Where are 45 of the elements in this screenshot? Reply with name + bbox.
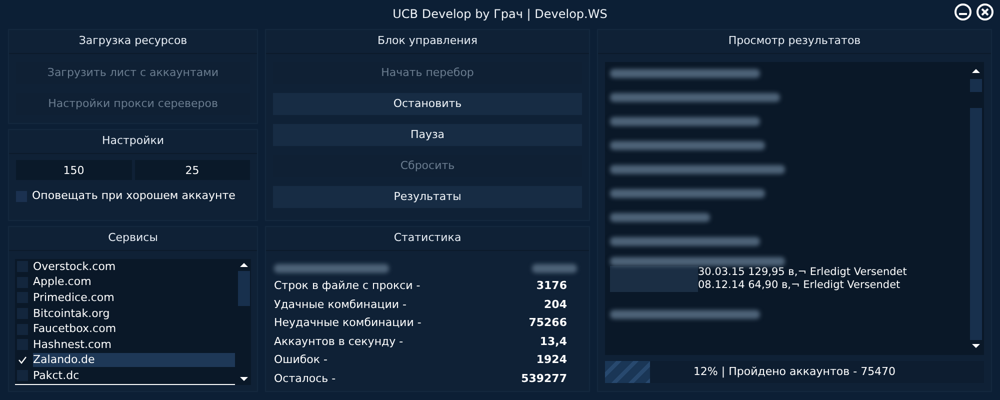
panel-title: Загрузка ресурсов bbox=[78, 33, 188, 50]
service-item[interactable]: Apple.com bbox=[33, 275, 235, 290]
panel-title: Просмотр результатов bbox=[728, 33, 861, 50]
service-item[interactable]: Primedice.com bbox=[33, 290, 235, 305]
stat-value: 13,4 bbox=[540, 334, 567, 350]
close-icon[interactable] bbox=[976, 3, 994, 21]
stat-label: Неудачные комбинации - bbox=[274, 315, 422, 332]
service-item[interactable]: Pakct.dc bbox=[33, 368, 235, 383]
action-button[interactable]: Пауза bbox=[273, 124, 582, 146]
service-item[interactable]: Faucetbox.com bbox=[33, 322, 235, 336]
panel-title: Сервисы bbox=[108, 230, 158, 246]
action-button[interactable]: Результаты bbox=[273, 186, 582, 208]
number-field[interactable]: 25 bbox=[134, 160, 250, 180]
service-item[interactable]: Hashnest.com bbox=[33, 338, 235, 352]
stat-label: Удачные комбинации - bbox=[274, 296, 406, 313]
scroll-thumb[interactable] bbox=[238, 271, 250, 306]
stat-label: Строк в файле с прокси - bbox=[274, 278, 420, 294]
stat-value: 539277 bbox=[521, 371, 567, 388]
progress-label: 12% | Пройдено аккаунтов - 75470 bbox=[693, 364, 896, 380]
window-title: UCB Develop by Грач | Develop.WS bbox=[392, 6, 608, 23]
checkbox[interactable] bbox=[16, 190, 27, 202]
checkbox-label: Оповещать при хорошем аккаунте bbox=[32, 188, 236, 204]
check-icon bbox=[18, 356, 27, 364]
blurred-text bbox=[532, 264, 577, 272]
panel-title: Статистика bbox=[394, 230, 462, 246]
scroll-track bbox=[970, 79, 982, 92]
stat-value: 75266 bbox=[528, 315, 567, 332]
stat-value: 1924 bbox=[536, 352, 567, 368]
stat-label: Осталось - bbox=[274, 371, 336, 388]
scroll-thumb[interactable] bbox=[970, 108, 982, 340]
panel-title: Блок управления bbox=[377, 33, 478, 50]
result-line: 08.12.14 64,90 в,¬ Erledigt Versendet bbox=[698, 278, 900, 293]
stat-value: 3176 bbox=[536, 278, 567, 294]
service-item[interactable]: Zalando.de bbox=[33, 353, 235, 368]
stat-value: 204 bbox=[544, 296, 567, 313]
number-field[interactable]: 150 bbox=[16, 160, 132, 180]
action-button[interactable]: Остановить bbox=[273, 93, 582, 115]
stat-label: Ошибок - bbox=[274, 352, 328, 368]
checkbox[interactable] bbox=[17, 354, 28, 366]
panel-title: Настройки bbox=[102, 133, 164, 150]
service-item[interactable]: Overstock.com bbox=[33, 260, 235, 274]
minimize-icon[interactable] bbox=[954, 3, 972, 21]
stat-label: Аккаунтов в секунду - bbox=[274, 334, 404, 350]
result-line: 30.03.15 129,95 в,¬ Erledigt Versendet bbox=[698, 264, 907, 280]
service-item[interactable]: Bitcointak.org bbox=[33, 306, 235, 321]
